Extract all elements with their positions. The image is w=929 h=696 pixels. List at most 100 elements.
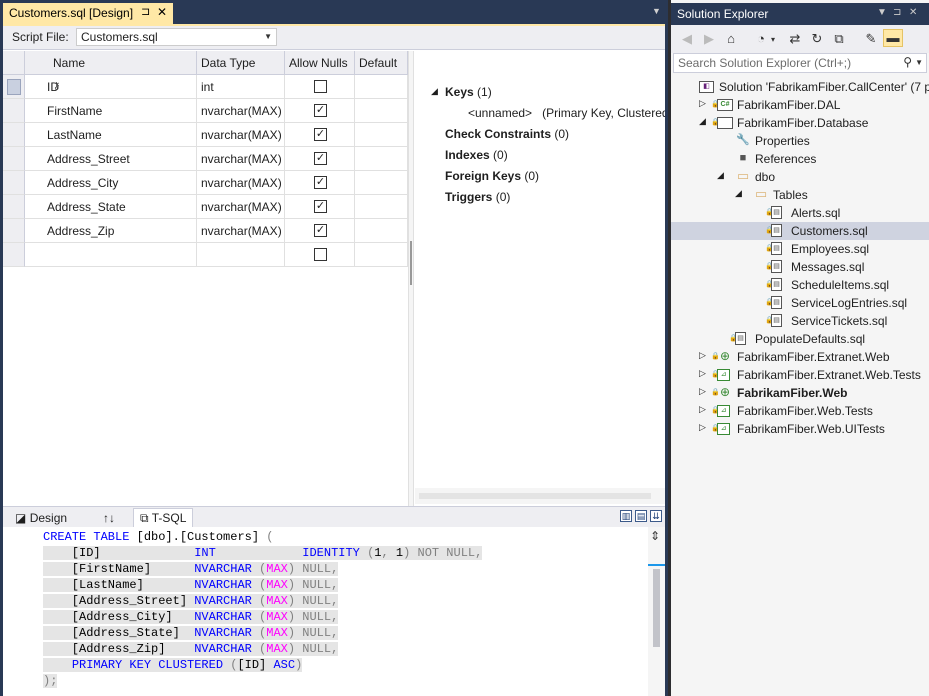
check-constraints-node[interactable]: Check Constraints (0) [445, 127, 569, 141]
swap-panes-button[interactable]: ↑↓ [97, 509, 121, 528]
close-tab-icon[interactable]: ✕ [157, 5, 167, 19]
table-row[interactable]: FirstName nvarchar(MAX) ✓ [3, 99, 408, 123]
tree-item[interactable]: 🔧 Properties [671, 132, 929, 150]
search-options-dropdown-icon[interactable]: ▼ [915, 58, 923, 67]
column-name-cell[interactable]: Address_State [25, 195, 197, 219]
allow-nulls-checkbox[interactable]: ✓ [314, 128, 327, 141]
allow-nulls-checkbox[interactable]: ✓ [314, 152, 327, 165]
expand-icon[interactable]: ▷ [699, 98, 709, 109]
document-tab-customers-design[interactable]: Customers.sql [Design] ⊐ ✕ [3, 3, 173, 24]
data-type-cell[interactable]: nvarchar(MAX) [197, 171, 285, 195]
data-type-cell[interactable] [197, 243, 285, 267]
row-selector[interactable] [3, 147, 25, 171]
tree-item[interactable]: 🔒 ▤ Alerts.sql [671, 204, 929, 222]
back-icon[interactable]: ◀ [679, 31, 695, 47]
refresh-icon[interactable]: ↻ [809, 31, 825, 47]
tsql-editor[interactable]: CREATE TABLE [dbo].[Customers] ( [ID] IN… [3, 527, 665, 696]
tree-item[interactable]: ◧ Solution 'FabrikamFiber.CallCenter' (7 … [671, 78, 929, 96]
row-selector[interactable] [3, 195, 25, 219]
table-row[interactable]: ⚷ ID int [3, 75, 408, 99]
collapse-keys-icon[interactable]: ◢ [431, 86, 438, 97]
default-cell[interactable] [355, 75, 408, 99]
tree-item[interactable]: 🔒 ▤ ServiceLogEntries.sql [671, 294, 929, 312]
row-selector[interactable] [3, 99, 25, 123]
data-type-cell[interactable]: nvarchar(MAX) [197, 195, 285, 219]
default-cell[interactable] [355, 147, 408, 171]
tsql-code[interactable]: CREATE TABLE [dbo].[Customers] ( [ID] IN… [43, 529, 483, 689]
expand-icon[interactable]: ▷ [699, 350, 709, 361]
pin-icon[interactable]: ⊐ [141, 5, 150, 18]
tree-item[interactable]: ◢ ▭ Tables [671, 186, 929, 204]
default-cell[interactable] [355, 243, 408, 267]
column-name-cell[interactable]: ⚷ ID [25, 75, 197, 99]
column-name-cell[interactable]: Address_City [25, 171, 197, 195]
table-row[interactable]: Address_City nvarchar(MAX) ✓ [3, 171, 408, 195]
tree-item[interactable]: ▷ 🔒 C# FabrikamFiber.DAL [671, 96, 929, 114]
expand-icon[interactable]: ▷ [699, 404, 709, 415]
default-cell[interactable] [355, 195, 408, 219]
table-row[interactable] [3, 243, 408, 267]
column-name-cell[interactable]: FirstName [25, 99, 197, 123]
row-selector[interactable] [3, 243, 25, 267]
preview-icon[interactable]: ▬ [883, 29, 903, 47]
tree-item[interactable]: 🔒 ▤ Messages.sql [671, 258, 929, 276]
tree-item[interactable]: ◢ 🔒 FabrikamFiber.Database [671, 114, 929, 132]
column-name-cell[interactable]: Address_Zip [25, 219, 197, 243]
tree-item[interactable]: 🔒 ▤ Customers.sql [671, 222, 929, 240]
collapse-icon[interactable]: ◢ [717, 170, 727, 181]
column-name-cell[interactable]: LastName [25, 123, 197, 147]
default-cell[interactable] [355, 171, 408, 195]
row-selector[interactable] [3, 219, 25, 243]
expand-icon[interactable]: ▷ [699, 422, 709, 433]
grid-corner[interactable] [3, 51, 25, 75]
row-selector[interactable] [3, 123, 25, 147]
allow-nulls-checkbox[interactable] [314, 80, 327, 93]
close-icon[interactable]: ✕ [909, 7, 917, 18]
column-header-default[interactable]: Default [355, 51, 408, 75]
data-type-cell[interactable]: nvarchar(MAX) [197, 147, 285, 171]
data-type-cell[interactable]: nvarchar(MAX) [197, 123, 285, 147]
column-header-data-type[interactable]: Data Type [197, 51, 285, 75]
expand-icon[interactable]: ▷ [699, 386, 709, 397]
tree-item[interactable]: 🔒 ▤ ScheduleItems.sql [671, 276, 929, 294]
allow-nulls-checkbox[interactable]: ✓ [314, 200, 327, 213]
forward-icon[interactable]: ▶ [701, 31, 717, 47]
table-row[interactable]: Address_Street nvarchar(MAX) ✓ [3, 147, 408, 171]
table-row[interactable]: LastName nvarchar(MAX) ✓ [3, 123, 408, 147]
data-type-cell[interactable]: nvarchar(MAX) [197, 99, 285, 123]
column-name-cell[interactable] [25, 243, 197, 267]
allow-nulls-checkbox[interactable]: ✓ [314, 104, 327, 117]
search-icon[interactable]: ⚲ [903, 55, 912, 69]
allow-nulls-checkbox[interactable] [314, 248, 327, 261]
collapse-pane-icon[interactable]: ⇊ [650, 510, 662, 522]
collapse-icon[interactable]: ◢ [699, 116, 709, 127]
data-type-cell[interactable]: nvarchar(MAX) [197, 219, 285, 243]
scrollbar-thumb[interactable] [653, 569, 660, 647]
collapse-all-icon[interactable]: ⧉ [831, 31, 847, 47]
pin-icon[interactable]: ⊐ [893, 7, 901, 18]
split-editor-icon[interactable]: ⇕ [650, 529, 660, 543]
script-file-dropdown[interactable]: Customers.sql ▼ [76, 28, 277, 46]
tree-item[interactable]: ▷ 🔒 ⊿ FabrikamFiber.Extranet.Web.Tests [671, 366, 929, 384]
table-row[interactable]: Address_Zip nvarchar(MAX) ✓ [3, 219, 408, 243]
default-cell[interactable] [355, 219, 408, 243]
table-row[interactable]: Address_State nvarchar(MAX) ✓ [3, 195, 408, 219]
collapse-icon[interactable]: ◢ [735, 188, 745, 199]
home-icon[interactable]: ⌂ [723, 31, 739, 46]
design-pane-tab[interactable]: ◪ Design [9, 509, 73, 528]
indexes-node[interactable]: Indexes (0) [445, 148, 508, 162]
tree-item[interactable]: ▷ 🔒 ⊿ FabrikamFiber.Web.Tests [671, 402, 929, 420]
horizontal-split-icon[interactable]: ▤ [635, 510, 647, 522]
expand-icon[interactable]: ▷ [699, 368, 709, 379]
designer-splitter[interactable] [408, 51, 414, 506]
tree-item[interactable]: ▷ 🔒 ⊿ FabrikamFiber.Web.UITests [671, 420, 929, 438]
solution-explorer-search-input[interactable]: Search Solution Explorer (Ctrl+;) ⚲ ▼ [673, 53, 927, 73]
allow-nulls-checkbox[interactable]: ✓ [314, 176, 327, 189]
filter-dropdown-icon[interactable]: ▾ [765, 35, 781, 44]
tsql-pane-tab[interactable]: ⧉ T-SQL [133, 508, 194, 528]
vertical-split-icon[interactable]: ▥ [620, 510, 632, 522]
tree-item[interactable]: 🔒 ▤ PopulateDefaults.sql [671, 330, 929, 348]
window-position-dropdown-icon[interactable]: ▼ [877, 7, 887, 18]
keys-node[interactable]: Keys (1) [445, 85, 492, 99]
tree-item[interactable]: 🔒 ▤ Employees.sql [671, 240, 929, 258]
